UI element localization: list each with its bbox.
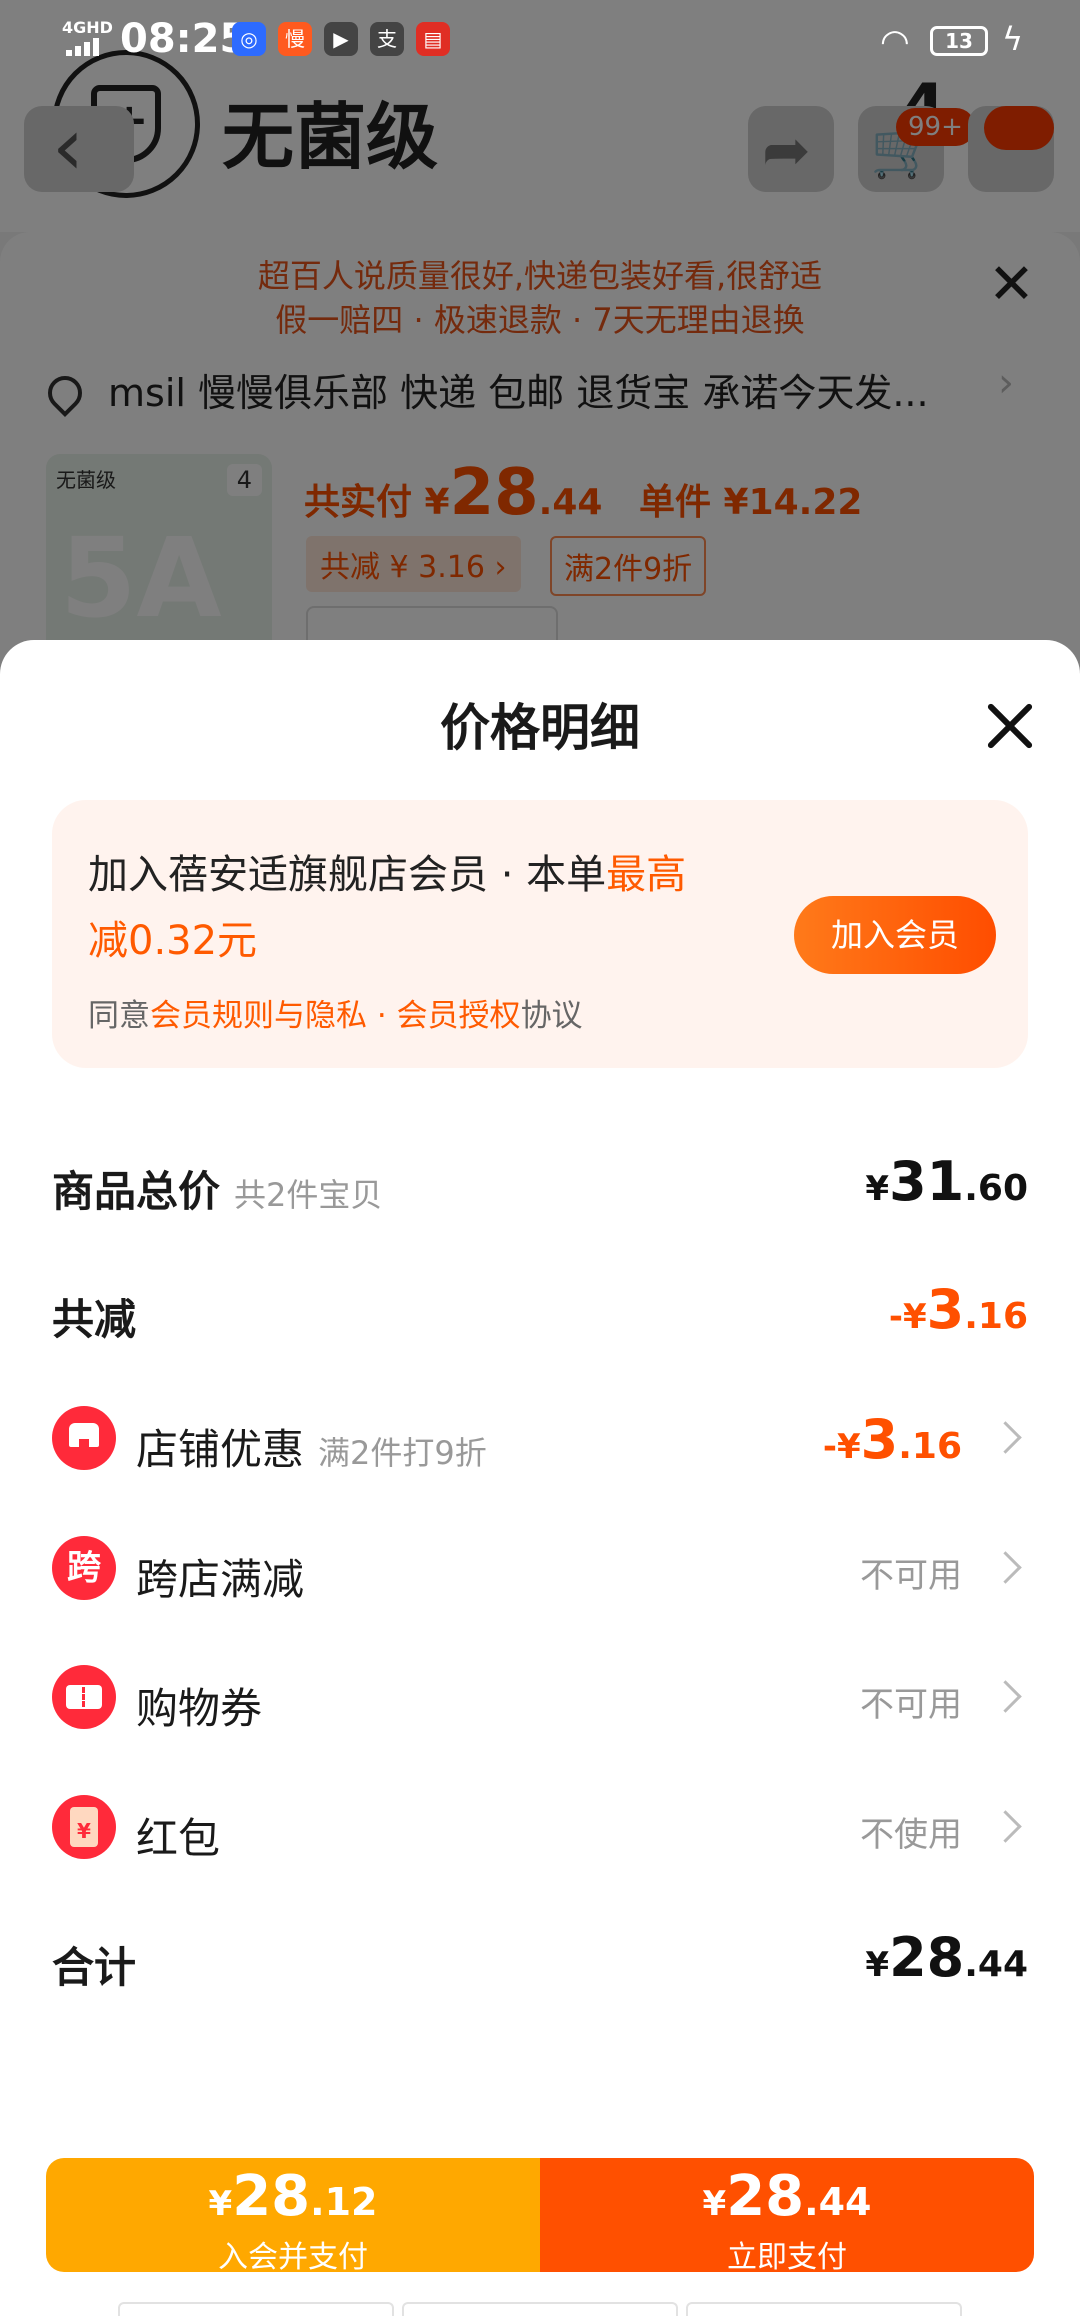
total-discount-row: 共减 -¥3.16 xyxy=(52,1264,1028,1354)
store-discount-row[interactable]: 店铺优惠 满2件打9折 -¥3.16 xyxy=(52,1394,1028,1484)
cross-store-status: 不可用 xyxy=(860,1556,962,1596)
alipay-icon: 支 xyxy=(370,22,404,56)
baidu-map-icon: ◎ xyxy=(232,22,266,56)
shopping-voucher-row[interactable]: 购物券 不可用 xyxy=(52,1653,1028,1743)
total-discount-label: 共减 xyxy=(52,1295,137,1344)
member-promo-highlight: 最高 xyxy=(606,852,687,898)
chevron-right-icon xyxy=(988,1801,1028,1851)
pdd-app-icon: ▤ xyxy=(416,22,450,56)
member-rules-link[interactable]: 会员规则与隐私 xyxy=(150,998,367,1034)
agree-prefix: 同意 xyxy=(88,998,150,1034)
price-detail-sheet: 价格明细 加入蓓安适旗舰店会员 · 本单最高 减0.32元 同意会员规则与隐私 … xyxy=(0,640,1080,2316)
join-pay-caption: 入会并支付 xyxy=(218,2240,368,2272)
member-promo-text: 加入蓓安适旗舰店会员 · 本单最高 xyxy=(88,842,686,900)
red-packet-status: 不使用 xyxy=(860,1815,962,1855)
member-promo-amount: 减0.32元 xyxy=(88,918,258,964)
grand-total-label: 合计 xyxy=(52,1943,137,1992)
battery-icon: 13 xyxy=(930,26,988,56)
coupon-icon xyxy=(52,1665,116,1729)
network-type: 4GHD xyxy=(62,18,113,37)
pay-bar: ¥28.12 入会并支付 ¥28.44 立即支付 xyxy=(46,2158,1034,2272)
signal-icon xyxy=(66,38,102,56)
video-app-icon: ▶ xyxy=(324,22,358,56)
grand-total-value: ¥28.44 xyxy=(865,1926,1028,1989)
grand-total-row: 合计 ¥28.44 xyxy=(52,1912,1028,2002)
screen: 无菌级 4 99+ 超百人说质量很好,快递包装好看,很舒适 假一赔四 · 极速退… xyxy=(0,0,1080,2316)
pay-now-caption: 立即支付 xyxy=(727,2240,847,2272)
red-packet-icon: ¥ xyxy=(52,1795,116,1859)
bottom-tab-edges xyxy=(118,2302,962,2316)
item-count: 共2件宝贝 xyxy=(234,1176,383,1214)
pay-now-amount: ¥28.44 xyxy=(702,2164,872,2229)
sheet-title: 价格明细 xyxy=(440,699,640,757)
cross-store-icon: 跨 xyxy=(52,1536,116,1600)
member-promo-prefix: 加入蓓安适旗舰店会员 · 本单 xyxy=(88,852,607,898)
charging-icon: ϟ xyxy=(1002,20,1024,58)
agree-suffix: 协议 xyxy=(520,998,583,1034)
cross-store-row[interactable]: 跨 跨店满减 不可用 xyxy=(52,1524,1028,1614)
join-and-pay-button[interactable]: ¥28.12 入会并支付 xyxy=(46,2158,540,2272)
pay-now-button[interactable]: ¥28.44 立即支付 xyxy=(540,2158,1034,2272)
total-price-row: 商品总价 共2件宝贝 ¥31.60 xyxy=(52,1136,1028,1226)
cross-store-label: 跨店满减 xyxy=(136,1555,305,1604)
join-pay-amount: ¥28.12 xyxy=(208,2164,378,2229)
store-icon xyxy=(52,1406,116,1470)
status-bar: 4GHD 08:25 ◎ 慢 ▶ 支 ▤ ◠ 13 ϟ xyxy=(0,0,1080,84)
member-promo-card: 加入蓓安适旗舰店会员 · 本单最高 减0.32元 同意会员规则与隐私 · 会员授… xyxy=(52,800,1028,1068)
chevron-right-icon xyxy=(988,1412,1028,1462)
store-discount-value: -¥3.16 xyxy=(822,1408,962,1471)
total-price-value: ¥31.60 xyxy=(865,1150,1028,1213)
manman-app-icon: 慢 xyxy=(278,22,312,56)
close-icon[interactable] xyxy=(984,700,1036,752)
member-agreement: 同意会员规则与隐私 · 会员授权协议 xyxy=(88,990,583,1035)
wifi-icon: ◠ xyxy=(880,22,910,62)
clock: 08:25 xyxy=(120,16,248,62)
store-discount-label: 店铺优惠 满2件打9折 xyxy=(136,1425,487,1474)
member-auth-link[interactable]: 会员授权 xyxy=(397,998,521,1034)
red-packet-label: 红包 xyxy=(136,1814,221,1863)
store-discount-rule: 满2件打9折 xyxy=(318,1434,487,1472)
chevron-right-icon xyxy=(988,1671,1028,1721)
shopping-voucher-label: 购物券 xyxy=(136,1684,263,1733)
join-member-button[interactable]: 加入会员 xyxy=(794,896,996,974)
chevron-right-icon xyxy=(988,1542,1028,1592)
notification-icons: ◎ 慢 ▶ 支 ▤ xyxy=(232,22,450,56)
total-price-label: 商品总价 共2件宝贝 xyxy=(52,1167,383,1216)
agree-separator: · xyxy=(367,998,397,1034)
red-packet-row[interactable]: ¥ 红包 不使用 xyxy=(52,1783,1028,1873)
shopping-voucher-status: 不可用 xyxy=(860,1685,962,1725)
total-discount-value: -¥3.16 xyxy=(888,1278,1028,1341)
